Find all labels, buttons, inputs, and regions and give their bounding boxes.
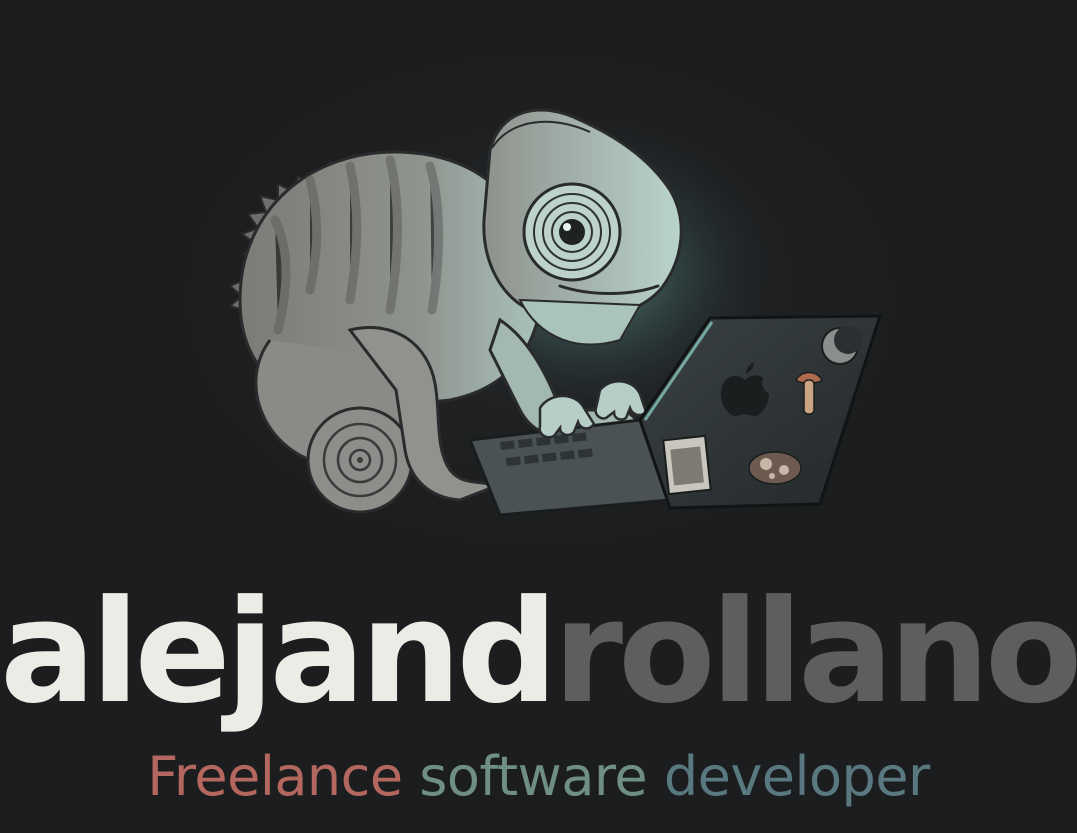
wordmark-last: rollano [553, 570, 1077, 735]
site-wordmark: alejandrollano [0, 578, 1077, 728]
chameleon-eye [522, 182, 622, 282]
comic-sticker [662, 434, 712, 496]
chameleon-laptop-illustration [227, 108, 883, 517]
tagline-developer: developer [663, 745, 930, 808]
hero-banner: alejandrollano Freelance software develo… [0, 0, 1077, 833]
fungus-sticker [748, 451, 802, 485]
tagline-software: software [419, 745, 648, 808]
tagline-freelance: Freelance [147, 745, 403, 808]
wordmark-first: alejand [0, 570, 558, 735]
tagline: Freelance software developer [0, 742, 1077, 812]
